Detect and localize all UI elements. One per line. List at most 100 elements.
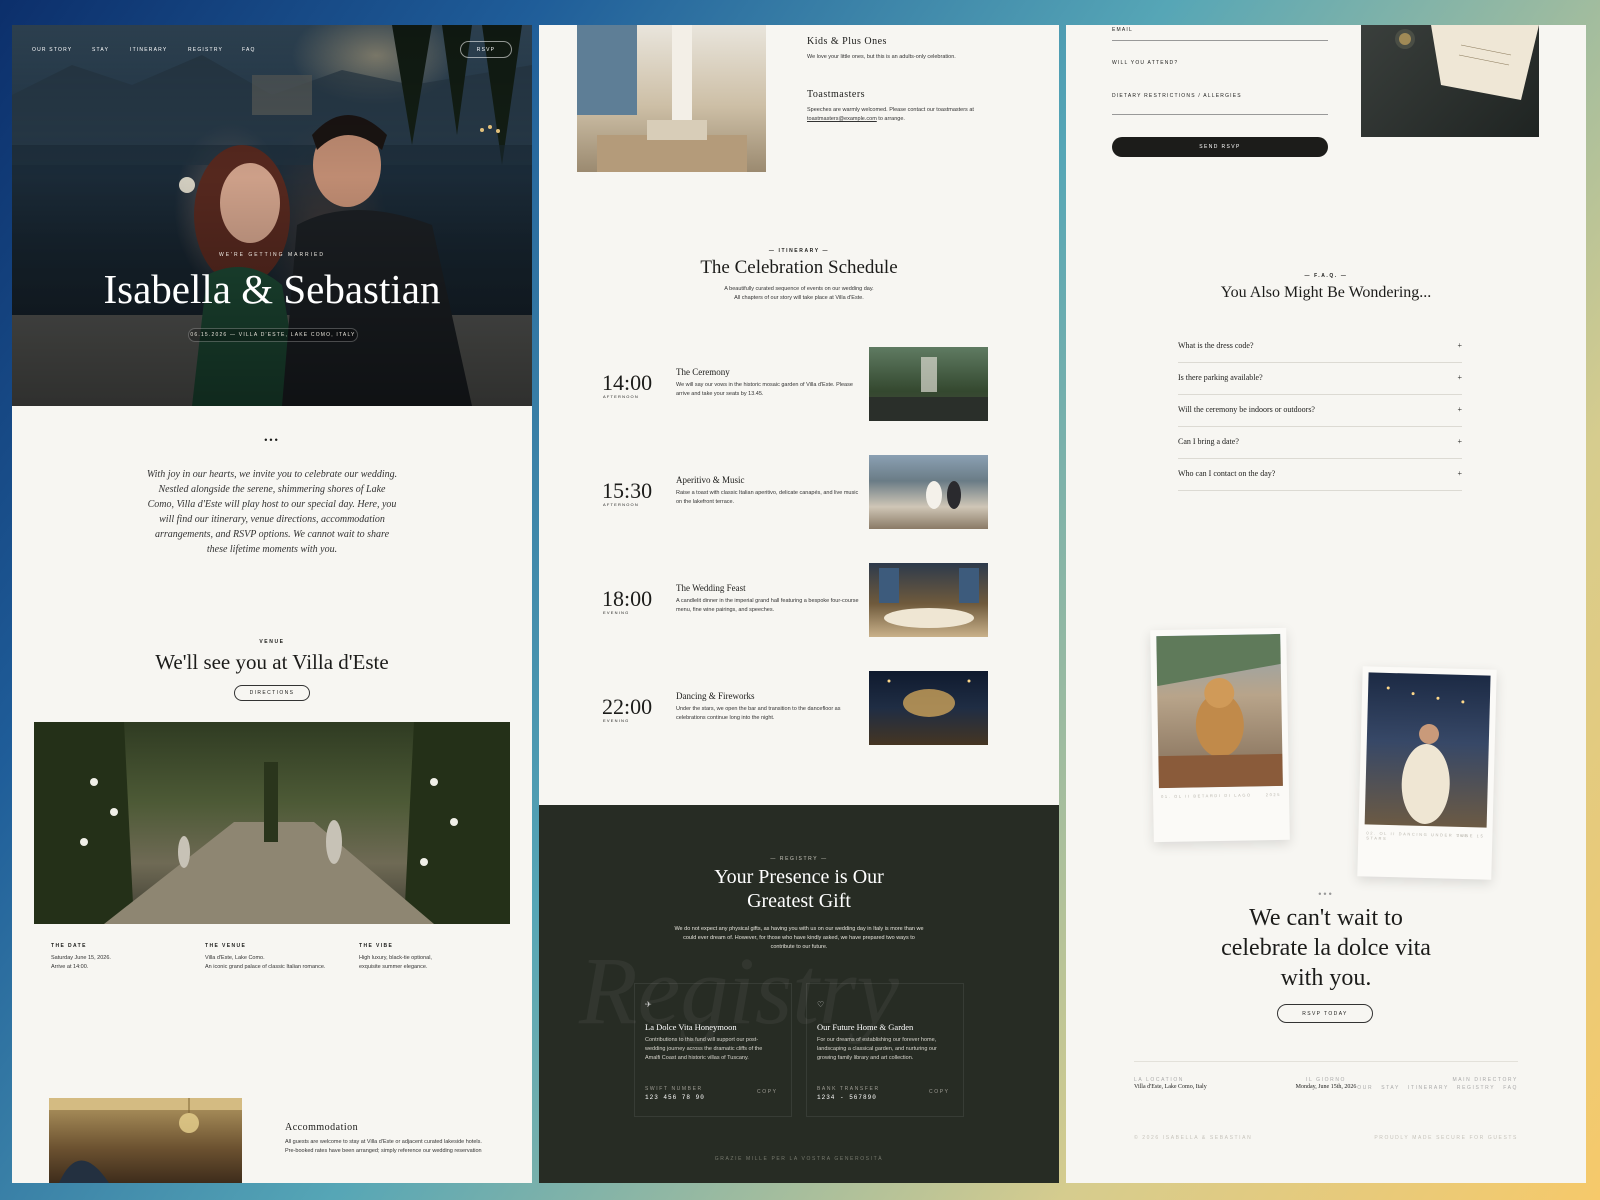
- faq-item[interactable]: What is the dress code? +: [1178, 331, 1462, 363]
- event-desc: A candlelit dinner in the imperial grand…: [676, 598, 859, 613]
- aperitivo-image: [869, 455, 988, 529]
- toastmasters-email-link[interactable]: toastmasters@example.com: [807, 116, 877, 122]
- ornament-dots: •••: [1318, 889, 1334, 899]
- footer-link-our[interactable]: OUR: [1357, 1085, 1373, 1091]
- faq-item[interactable]: Can I bring a date? +: [1178, 427, 1462, 459]
- dancing-image: [869, 671, 988, 745]
- copy-button[interactable]: COPY: [929, 1089, 950, 1095]
- nav-itinerary[interactable]: ITINERARY: [130, 47, 167, 53]
- event-period: AFTERNOON: [603, 394, 639, 399]
- detail-date: THE DATE Saturday June 15, 2026. Arrive …: [51, 943, 111, 970]
- plane-icon: ✈: [645, 1000, 652, 1009]
- kids-text: We love your little ones, but this is an…: [807, 54, 956, 60]
- venue-garden-image: [34, 722, 510, 924]
- card-label: SWIFT NUMBER: [645, 1086, 703, 1092]
- event-title: Aperitivo & Music: [676, 475, 745, 485]
- closing-line2: celebrate la dolce vita: [1221, 935, 1431, 961]
- accommodation-image: [49, 1098, 242, 1183]
- event-title: The Ceremony: [676, 367, 730, 377]
- event-title: Dancing & Fireworks: [676, 691, 755, 701]
- itinerary-title: The Celebration Schedule: [700, 257, 898, 278]
- itinerary-eyebrow: — ITINERARY —: [768, 248, 830, 254]
- nav-faq[interactable]: FAQ: [242, 47, 256, 53]
- card-value: 1234 - 567890: [817, 1094, 877, 1101]
- send-rsvp-button[interactable]: SEND RSVP: [1112, 137, 1328, 157]
- plus-icon: +: [1457, 341, 1462, 350]
- itinerary-sub1: A beautifully curated sequence of events…: [724, 286, 874, 292]
- closing-line1: We can't wait to: [1249, 905, 1403, 931]
- card-title: Our Future Home & Garden: [817, 1022, 914, 1032]
- registry-eyebrow: — REGISTRY —: [770, 856, 828, 862]
- nav-our-story[interactable]: OUR STORY: [32, 47, 72, 53]
- attend-label: WILL YOU ATTEND?: [1112, 60, 1179, 66]
- footer-link-registry[interactable]: REGISTRY: [1457, 1085, 1495, 1091]
- faq-item[interactable]: Who can I contact on the day? +: [1178, 459, 1462, 491]
- event-desc: Under the stars, we open the bar and tra…: [676, 706, 841, 721]
- panel-itinerary: Kids & Plus Ones We love your little one…: [539, 25, 1059, 1183]
- footer-directory-label: MAIN DIRECTORY: [1452, 1077, 1518, 1083]
- polaroid-dog: 01. OL II BETARDI DI LAGO 2025: [1150, 627, 1290, 843]
- event-time: 18:00: [602, 586, 653, 611]
- faq-item[interactable]: Is there parking available? +: [1178, 363, 1462, 395]
- photo-caption: 01. OL II BETARDI DI LAGO: [1161, 792, 1252, 800]
- accommodation-title: Accommodation: [285, 1122, 359, 1133]
- feast-image: [869, 563, 988, 637]
- event-time: 14:00: [602, 370, 653, 395]
- plus-icon: +: [1457, 437, 1462, 446]
- registry-section: Registry — REGISTRY — Your Presence is O…: [539, 805, 1059, 1183]
- registry-title-line1: Your Presence is Our: [714, 866, 884, 888]
- directions-button[interactable]: DIRECTIONS: [234, 685, 310, 701]
- card-value: 123 456 78 90: [645, 1094, 705, 1101]
- registry-card-home: ♡ Our Future Home & Garden For our dream…: [806, 983, 964, 1117]
- email-field[interactable]: [1112, 40, 1328, 41]
- footer-copyright: © 2026 ISABELLA & SEBASTIAN: [1134, 1135, 1253, 1141]
- event-period: EVENING: [603, 718, 630, 723]
- footer-link-itinerary[interactable]: ITINERARY: [1408, 1085, 1449, 1091]
- heart-icon: ♡: [817, 1000, 825, 1009]
- footer-made: PROUDLY MADE SECURE FOR GUESTS: [1374, 1135, 1518, 1141]
- nav-stay[interactable]: STAY: [92, 47, 109, 53]
- footer-links: OUR STAY ITINERARY REGISTRY FAQ: [1357, 1085, 1518, 1091]
- nav-registry[interactable]: REGISTRY: [188, 47, 223, 53]
- hero-image: OUR STORY STAY ITINERARY REGISTRY FAQ RS…: [12, 25, 532, 406]
- accommodation-line2: Pre-booked rates have been arranged; sim…: [285, 1148, 482, 1154]
- dietary-field[interactable]: [1112, 114, 1328, 115]
- faq-item[interactable]: Will the ceremony be indoors or outdoors…: [1178, 395, 1462, 427]
- photo-date: JUNE 15: [1457, 832, 1485, 839]
- plus-icon: +: [1457, 405, 1462, 414]
- registry-card-honeymoon: ✈ La Dolce Vita Honeymoon Contributions …: [634, 983, 792, 1117]
- invitation-image: [1361, 25, 1539, 137]
- toastmasters-title: Toastmasters: [807, 89, 866, 100]
- copy-button[interactable]: COPY: [757, 1089, 778, 1095]
- polaroid-bride: 02. OL II DANCING UNDER THE STARS JUNE 1…: [1357, 666, 1497, 880]
- rsvp-today-button[interactable]: RSVP TODAY: [1277, 1004, 1373, 1023]
- event-period: EVENING: [603, 610, 630, 615]
- accommodation-line1: All guests are welcome to stay at Villa …: [285, 1139, 482, 1145]
- hero-title: Isabella & Sebastian: [103, 266, 441, 312]
- footer-link-stay[interactable]: STAY: [1381, 1085, 1400, 1091]
- footer-day-label: IL GIORNO: [1305, 1077, 1347, 1083]
- card-title: La Dolce Vita Honeymoon: [645, 1022, 737, 1032]
- event-title: The Wedding Feast: [676, 583, 746, 593]
- nav-rsvp-button[interactable]: RSVP: [460, 41, 512, 58]
- ornament-dots: •••: [264, 435, 280, 445]
- hero-date-badge: 06.15.2026 — VILLA D'ESTE, LAKE COMO, IT…: [188, 328, 358, 342]
- panel-landing: OUR STORY STAY ITINERARY REGISTRY FAQ RS…: [12, 25, 532, 1183]
- plus-icon: +: [1457, 373, 1462, 382]
- plus-icon: +: [1457, 469, 1462, 478]
- event-desc: Raise a toast with classic Italian aperi…: [676, 490, 859, 505]
- footer-link-faq[interactable]: FAQ: [1503, 1085, 1518, 1091]
- faq-eyebrow: — F.A.Q. —: [1304, 273, 1348, 279]
- footer-location-label: LA LOCATION: [1134, 1077, 1185, 1083]
- registry-footer: GRAZIE MILLE PER LA VOSTRA GENEROSITÀ: [714, 1156, 884, 1162]
- panel-rsvp-faq: EMAIL WILL YOU ATTEND? DIETARY RESTRICTI…: [1066, 25, 1586, 1183]
- faq-title: You Also Might Be Wondering...: [1220, 284, 1432, 301]
- card-label: BANK TRANSFER: [817, 1086, 880, 1092]
- event-period: AFTERNOON: [603, 502, 639, 507]
- toastmasters-text: Speeches are warmly welcomed. Please con…: [807, 107, 974, 122]
- card-text: For our dreams of establishing our forev…: [817, 1037, 937, 1061]
- ceremony-image: [869, 347, 988, 421]
- itinerary-sub2: All chapters of our story will take plac…: [734, 295, 864, 301]
- event-time: 15:30: [602, 478, 653, 503]
- detail-vibe: THE VIBE High luxury, black-tie optional…: [359, 943, 432, 970]
